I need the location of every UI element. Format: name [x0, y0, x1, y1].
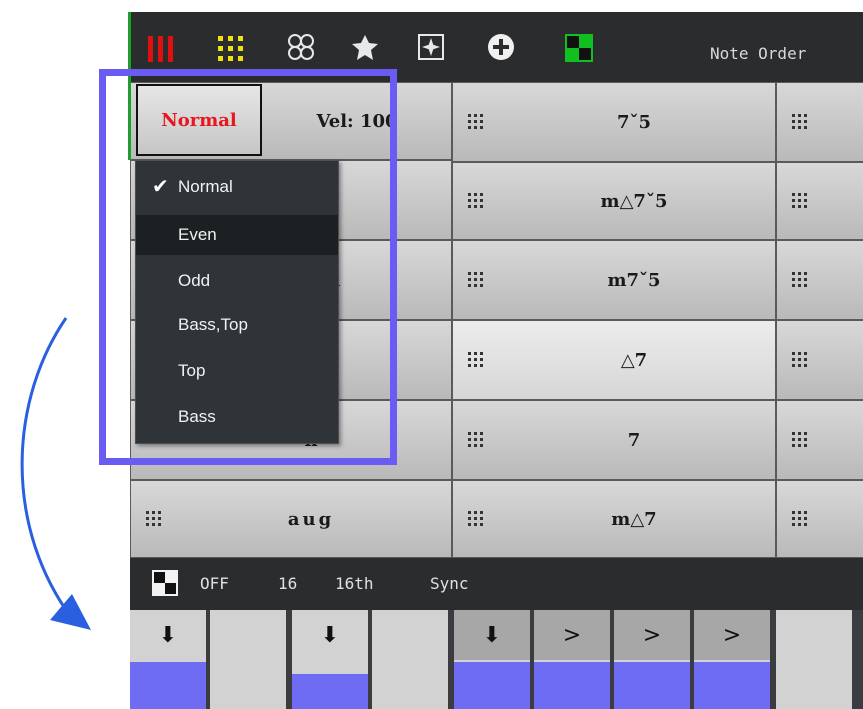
- annotation-arrow-icon: [20, 317, 91, 630]
